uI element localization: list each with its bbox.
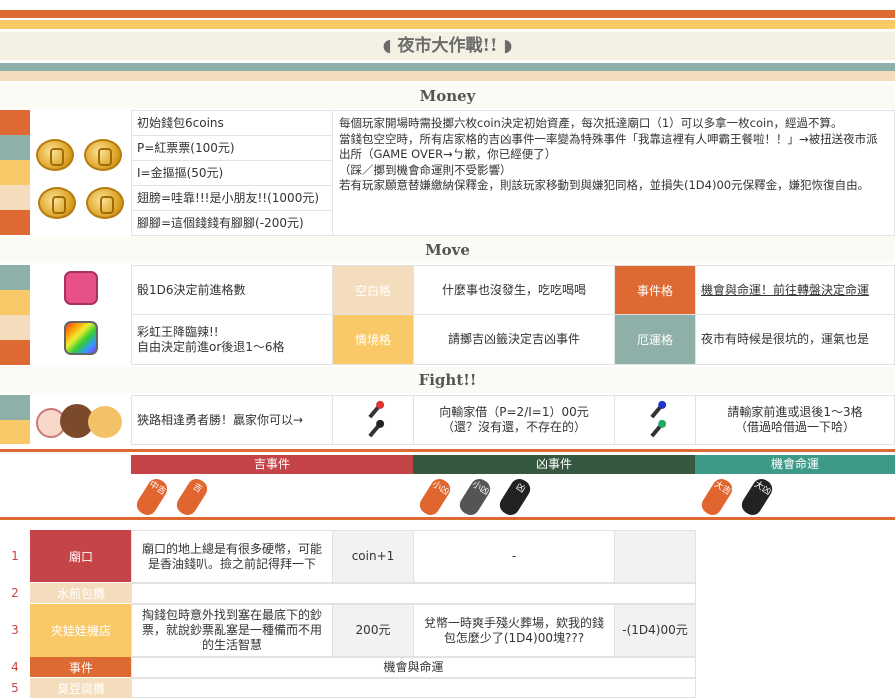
fight-heading: Fight!! [0, 367, 895, 393]
money-heading: Money [0, 84, 895, 109]
title-band-cream [0, 71, 895, 81]
chance-event-header: 機會命運 [695, 455, 895, 474]
top-band-yellow [0, 20, 895, 29]
board-bad-1: - [413, 530, 615, 583]
board-num-2: 2 [11, 586, 19, 600]
stripe [0, 135, 30, 160]
move-row-2-text: 彩虹王降臨辣!! 自由決定前進or後退1～6格 [131, 314, 333, 365]
board-name-1: 廟口 [30, 530, 132, 582]
dice-icon [64, 271, 98, 305]
stripe [0, 110, 30, 135]
rainbow-dice-icon [64, 321, 98, 355]
lot-card: 大吉 [698, 475, 736, 519]
money-description: 每個玩家開場時需投擲六枚coin決定初始資產，每次抵達廟口（1）可以多拿一枚co… [332, 110, 895, 236]
money-row-5: 腳腳=這個錢錢有腳腳(-200元) [131, 210, 333, 236]
board-row-5-empty [131, 678, 696, 698]
stripe [0, 210, 30, 235]
lot-card: 大凶 [738, 475, 776, 519]
fight-text: 狹路相逢勇者勝！贏家你可以→ [131, 395, 333, 445]
lot-card: 吉 [173, 475, 211, 519]
lot-card: 小凶 [416, 475, 454, 519]
stripe [0, 420, 30, 444]
lot-card: 中吉 [133, 475, 171, 519]
coin-images [30, 135, 132, 235]
wing-coin-icon [38, 187, 76, 219]
board-num-3: 3 [11, 623, 19, 637]
board-num-5: 5 [11, 681, 19, 695]
title-band-teal [0, 63, 895, 71]
coin-icon [84, 139, 122, 171]
stripe [0, 265, 30, 290]
money-row-3: I=金摳摳(50元) [131, 160, 333, 186]
board-cost-3: -(1D4)00元 [614, 604, 696, 657]
money-row-4: 翅膀=哇靠!!!是小朋友!!(1000元) [131, 185, 333, 211]
fight-win-desc: 向輸家借（P=2/I=1）00元 （還？沒有還，不存在的） [413, 395, 615, 445]
fists-icon [36, 402, 124, 440]
board-name-4: 事件 [30, 657, 132, 677]
stripe [0, 185, 30, 210]
board-desc-3: 掏錢包時意外找到塞在最底下的鈔票，就說鈔票亂塞是一種備而不用的生活智慧 [131, 604, 333, 657]
board-bad-3: 兌幣一時爽手殘火葬場，欸我的錢包怎麼少了(1D4)00塊??? [413, 604, 615, 657]
stripe [0, 290, 30, 315]
board-name-2: 水煎包攤 [30, 583, 132, 603]
fight-lose-desc: 請輸家前進或退後1～3格 （借過哈借過一下哈） [695, 395, 895, 445]
situation-cell-tag: 情境格 [332, 314, 414, 365]
bad-luck-cell-tag: 厄運格 [614, 314, 696, 365]
divider-orange [0, 449, 895, 452]
move-row-1-text: 骰1D6決定前進格數 [131, 265, 333, 315]
board-num-4: 4 [11, 660, 19, 674]
top-band-orange [0, 10, 895, 18]
lot-card: 凶 [496, 475, 534, 519]
flags-red-black [332, 395, 414, 445]
board-name-3: 夾娃娃機店 [30, 604, 132, 657]
page-title: ◖ 夜市大作戰!! ◗ [0, 32, 895, 60]
move-heading: Move [0, 237, 895, 263]
stripe [0, 160, 30, 185]
event-cell-link[interactable]: 機會與命運！前往轉盤決定命運 [695, 265, 895, 315]
board-row-2-empty [131, 583, 696, 604]
board-num-1: 1 [11, 549, 19, 563]
board-cost-1 [614, 530, 696, 583]
good-event-header: 吉事件 [131, 455, 413, 474]
foot-coin-icon [86, 187, 124, 219]
board-gain-1: coin+1 [332, 530, 414, 583]
money-row-2: P=紅票票(100元) [131, 135, 333, 161]
bad-event-header: 凶事件 [413, 455, 695, 474]
board-desc-1: 廟口的地上總是有很多硬幣，可能是香油錢叭。撿之前記得拜一下 [131, 530, 333, 583]
divider-orange-2 [0, 517, 895, 520]
stripe [0, 315, 30, 340]
stripe [0, 395, 30, 420]
event-cell-tag: 事件格 [614, 265, 696, 315]
board-gain-3: 200元 [332, 604, 414, 657]
lot-card: 小凶 [456, 475, 494, 519]
situation-cell-desc: 請擲吉凶籤決定吉凶事件 [413, 314, 615, 365]
flags-blue-green [614, 395, 696, 445]
board-name-5: 臭豆腐攤 [30, 678, 132, 698]
bad-luck-cell-desc: 夜市有時候是很坑的，運氣也是 [695, 314, 895, 365]
stripe [0, 340, 30, 365]
board-desc-4: 機會與命運 [131, 657, 696, 678]
coin-icon [36, 139, 74, 171]
blank-cell-desc: 什麼事也沒發生，吃吃喝喝 [413, 265, 615, 315]
money-row-1: 初始錢包6coins [131, 110, 333, 136]
blank-cell-tag: 空白格 [332, 265, 414, 315]
